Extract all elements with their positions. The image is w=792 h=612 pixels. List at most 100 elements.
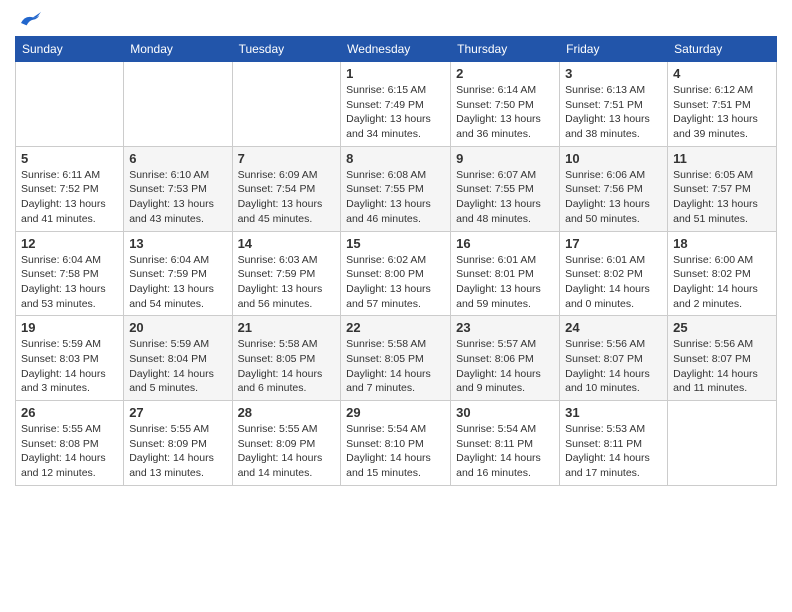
day-info: Sunrise: 5:54 AMSunset: 8:11 PMDaylight:… xyxy=(456,422,554,481)
day-info: Sunrise: 6:10 AMSunset: 7:53 PMDaylight:… xyxy=(129,168,226,227)
page-header xyxy=(15,10,777,28)
day-info: Sunrise: 6:14 AMSunset: 7:50 PMDaylight:… xyxy=(456,83,554,142)
header-sunday: Sunday xyxy=(16,37,124,62)
calendar-cell: 10 Sunrise: 6:06 AMSunset: 7:56 PMDayligh… xyxy=(560,146,668,231)
calendar-cell: 30 Sunrise: 5:54 AMSunset: 8:11 PMDayligh… xyxy=(451,401,560,486)
day-info: Sunrise: 6:03 AMSunset: 7:59 PMDaylight:… xyxy=(238,253,336,312)
calendar-cell: 2 Sunrise: 6:14 AMSunset: 7:50 PMDaylight… xyxy=(451,62,560,147)
day-number: 3 xyxy=(565,66,662,81)
calendar-week-row: 5 Sunrise: 6:11 AMSunset: 7:52 PMDaylight… xyxy=(16,146,777,231)
day-info: Sunrise: 5:57 AMSunset: 8:06 PMDaylight:… xyxy=(456,337,554,396)
day-info: Sunrise: 5:55 AMSunset: 8:09 PMDaylight:… xyxy=(238,422,336,481)
calendar-week-row: 19 Sunrise: 5:59 AMSunset: 8:03 PMDayligh… xyxy=(16,316,777,401)
calendar-cell: 16 Sunrise: 6:01 AMSunset: 8:01 PMDayligh… xyxy=(451,231,560,316)
day-number: 13 xyxy=(129,236,226,251)
calendar-cell: 22 Sunrise: 5:58 AMSunset: 8:05 PMDayligh… xyxy=(341,316,451,401)
calendar-cell: 29 Sunrise: 5:54 AMSunset: 8:10 PMDayligh… xyxy=(341,401,451,486)
day-number: 9 xyxy=(456,151,554,166)
day-number: 29 xyxy=(346,405,445,420)
day-number: 19 xyxy=(21,320,118,335)
day-info: Sunrise: 6:07 AMSunset: 7:55 PMDaylight:… xyxy=(456,168,554,227)
day-info: Sunrise: 5:55 AMSunset: 8:08 PMDaylight:… xyxy=(21,422,118,481)
calendar-cell: 27 Sunrise: 5:55 AMSunset: 8:09 PMDayligh… xyxy=(124,401,232,486)
day-number: 25 xyxy=(673,320,771,335)
day-info: Sunrise: 6:08 AMSunset: 7:55 PMDaylight:… xyxy=(346,168,445,227)
day-info: Sunrise: 5:58 AMSunset: 8:05 PMDaylight:… xyxy=(346,337,445,396)
day-info: Sunrise: 5:53 AMSunset: 8:11 PMDaylight:… xyxy=(565,422,662,481)
calendar-cell: 7 Sunrise: 6:09 AMSunset: 7:54 PMDaylight… xyxy=(232,146,341,231)
calendar-cell: 4 Sunrise: 6:12 AMSunset: 7:51 PMDaylight… xyxy=(668,62,777,147)
calendar-header-row: SundayMondayTuesdayWednesdayThursdayFrid… xyxy=(16,37,777,62)
day-info: Sunrise: 5:59 AMSunset: 8:03 PMDaylight:… xyxy=(21,337,118,396)
header-monday: Monday xyxy=(124,37,232,62)
day-number: 27 xyxy=(129,405,226,420)
calendar-cell: 8 Sunrise: 6:08 AMSunset: 7:55 PMDaylight… xyxy=(341,146,451,231)
header-tuesday: Tuesday xyxy=(232,37,341,62)
calendar-cell: 25 Sunrise: 5:56 AMSunset: 8:07 PMDayligh… xyxy=(668,316,777,401)
calendar-cell: 31 Sunrise: 5:53 AMSunset: 8:11 PMDayligh… xyxy=(560,401,668,486)
day-info: Sunrise: 5:54 AMSunset: 8:10 PMDaylight:… xyxy=(346,422,445,481)
day-info: Sunrise: 5:58 AMSunset: 8:05 PMDaylight:… xyxy=(238,337,336,396)
day-number: 15 xyxy=(346,236,445,251)
day-info: Sunrise: 6:06 AMSunset: 7:56 PMDaylight:… xyxy=(565,168,662,227)
day-info: Sunrise: 6:04 AMSunset: 7:59 PMDaylight:… xyxy=(129,253,226,312)
calendar-cell: 20 Sunrise: 5:59 AMSunset: 8:04 PMDayligh… xyxy=(124,316,232,401)
day-number: 31 xyxy=(565,405,662,420)
calendar-cell: 21 Sunrise: 5:58 AMSunset: 8:05 PMDayligh… xyxy=(232,316,341,401)
calendar-cell: 13 Sunrise: 6:04 AMSunset: 7:59 PMDayligh… xyxy=(124,231,232,316)
calendar-cell xyxy=(16,62,124,147)
calendar-cell: 26 Sunrise: 5:55 AMSunset: 8:08 PMDayligh… xyxy=(16,401,124,486)
day-info: Sunrise: 6:09 AMSunset: 7:54 PMDaylight:… xyxy=(238,168,336,227)
day-number: 12 xyxy=(21,236,118,251)
day-number: 6 xyxy=(129,151,226,166)
day-number: 10 xyxy=(565,151,662,166)
day-number: 11 xyxy=(673,151,771,166)
calendar-cell: 6 Sunrise: 6:10 AMSunset: 7:53 PMDaylight… xyxy=(124,146,232,231)
calendar-cell: 14 Sunrise: 6:03 AMSunset: 7:59 PMDayligh… xyxy=(232,231,341,316)
calendar-week-row: 26 Sunrise: 5:55 AMSunset: 8:08 PMDayligh… xyxy=(16,401,777,486)
day-number: 24 xyxy=(565,320,662,335)
day-info: Sunrise: 5:59 AMSunset: 8:04 PMDaylight:… xyxy=(129,337,226,396)
day-number: 21 xyxy=(238,320,336,335)
calendar-cell: 28 Sunrise: 5:55 AMSunset: 8:09 PMDayligh… xyxy=(232,401,341,486)
calendar-week-row: 12 Sunrise: 6:04 AMSunset: 7:58 PMDayligh… xyxy=(16,231,777,316)
day-info: Sunrise: 6:11 AMSunset: 7:52 PMDaylight:… xyxy=(21,168,118,227)
day-number: 1 xyxy=(346,66,445,81)
day-info: Sunrise: 6:01 AMSunset: 8:02 PMDaylight:… xyxy=(565,253,662,312)
logo-bird-icon xyxy=(17,10,41,28)
day-number: 16 xyxy=(456,236,554,251)
calendar-cell xyxy=(124,62,232,147)
header-thursday: Thursday xyxy=(451,37,560,62)
day-info: Sunrise: 5:56 AMSunset: 8:07 PMDaylight:… xyxy=(673,337,771,396)
day-number: 20 xyxy=(129,320,226,335)
day-info: Sunrise: 6:01 AMSunset: 8:01 PMDaylight:… xyxy=(456,253,554,312)
calendar-cell: 3Sunrise: 6:13 AMSunset: 7:51 PMDaylight… xyxy=(560,62,668,147)
day-number: 2 xyxy=(456,66,554,81)
day-number: 7 xyxy=(238,151,336,166)
day-info: Sunrise: 6:15 AMSunset: 7:49 PMDaylight:… xyxy=(346,83,445,142)
day-number: 22 xyxy=(346,320,445,335)
day-info: Sunrise: 5:55 AMSunset: 8:09 PMDaylight:… xyxy=(129,422,226,481)
calendar-cell: 24 Sunrise: 5:56 AMSunset: 8:07 PMDayligh… xyxy=(560,316,668,401)
header-saturday: Saturday xyxy=(668,37,777,62)
calendar-cell: 23Sunrise: 5:57 AMSunset: 8:06 PMDayligh… xyxy=(451,316,560,401)
day-number: 14 xyxy=(238,236,336,251)
day-number: 28 xyxy=(238,405,336,420)
calendar-cell: 18Sunrise: 6:00 AMSunset: 8:02 PMDayligh… xyxy=(668,231,777,316)
calendar-cell: 9 Sunrise: 6:07 AMSunset: 7:55 PMDaylight… xyxy=(451,146,560,231)
calendar-cell xyxy=(668,401,777,486)
day-info: Sunrise: 6:12 AMSunset: 7:51 PMDaylight:… xyxy=(673,83,771,142)
day-info: Sunrise: 6:05 AMSunset: 7:57 PMDaylight:… xyxy=(673,168,771,227)
day-number: 26 xyxy=(21,405,118,420)
day-number: 30 xyxy=(456,405,554,420)
day-number: 8 xyxy=(346,151,445,166)
day-number: 5 xyxy=(21,151,118,166)
calendar-cell: 11 Sunrise: 6:05 AMSunset: 7:57 PMDayligh… xyxy=(668,146,777,231)
day-number: 18 xyxy=(673,236,771,251)
header-wednesday: Wednesday xyxy=(341,37,451,62)
calendar: SundayMondayTuesdayWednesdayThursdayFrid… xyxy=(15,36,777,486)
logo xyxy=(15,10,43,28)
day-info: Sunrise: 6:04 AMSunset: 7:58 PMDaylight:… xyxy=(21,253,118,312)
day-info: Sunrise: 5:56 AMSunset: 8:07 PMDaylight:… xyxy=(565,337,662,396)
day-number: 4 xyxy=(673,66,771,81)
